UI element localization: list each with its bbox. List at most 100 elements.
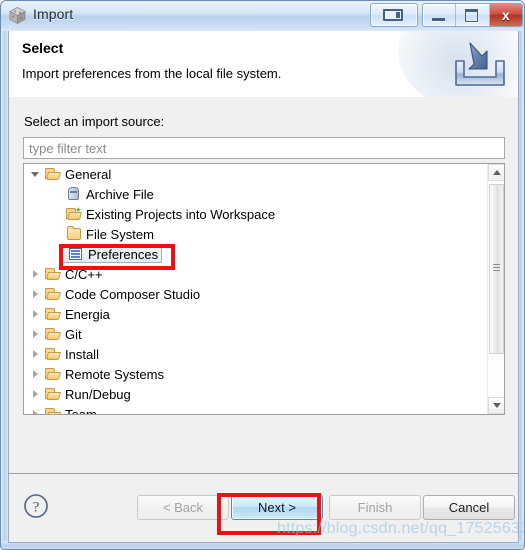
folder-open-icon: [45, 286, 61, 302]
caption-button-group: x: [422, 3, 523, 27]
tree-item-content: ✦ Existing Projects into Workspace: [62, 206, 275, 222]
tree-vertical-scrollbar[interactable]: [487, 164, 504, 414]
tree-item-energia[interactable]: Energia: [24, 304, 487, 324]
tree-item-general[interactable]: General: [24, 164, 487, 184]
tree-item-preferences[interactable]: Preferences: [24, 244, 487, 264]
folder-open-icon: [45, 266, 61, 282]
import-wizard-icon: [454, 39, 506, 89]
preferences-icon: [69, 248, 82, 260]
tree-item-content: Team: [41, 406, 97, 415]
tree-item-content: Archive File: [62, 186, 154, 202]
import-wizard-window: Import x Select Import preferences from …: [0, 0, 525, 550]
folder-open-icon: [45, 288, 61, 300]
cancel-button[interactable]: Cancel: [423, 495, 515, 520]
page-title: Select: [22, 40, 64, 56]
folder-open-icon: [45, 168, 61, 180]
folder-open-icon: [45, 368, 61, 380]
search-input[interactable]: [23, 137, 505, 159]
tree-item-team[interactable]: Team: [24, 404, 487, 415]
folder-open-icon: [45, 348, 61, 360]
svg-text:?: ?: [33, 500, 40, 516]
window-frame-left: [1, 31, 8, 549]
scrollbar-thumb[interactable]: [489, 184, 504, 354]
tree-item-selection: Preferences: [62, 245, 163, 263]
tree-item-label: Git: [65, 326, 82, 342]
tree-item-content: C/C++: [41, 266, 103, 282]
tree-item-install[interactable]: Install: [24, 344, 487, 364]
page-description: Import preferences from the local file s…: [22, 66, 282, 81]
archive-file-icon: [68, 187, 79, 200]
chevron-right-icon[interactable]: [30, 349, 41, 360]
scrollbar-grip-icon: [493, 264, 500, 273]
minimize-button[interactable]: [423, 4, 457, 26]
tree-item-label: Code Composer Studio: [65, 286, 201, 302]
help-icon[interactable]: ?: [23, 493, 49, 519]
chevron-right-icon[interactable]: [30, 269, 41, 280]
tree-item-label: Install: [65, 346, 99, 362]
folder-open-icon: [45, 308, 61, 320]
title-bar: Import x: [1, 1, 524, 32]
chevron-right-icon[interactable]: [30, 309, 41, 320]
tree-item-content: Energia: [41, 306, 110, 322]
chevron-right-icon[interactable]: [30, 389, 41, 400]
maximize-button[interactable]: [456, 4, 490, 26]
scroll-up-icon: [493, 170, 501, 175]
folder-open-icon: [45, 166, 61, 182]
tree-rows: General Archive File ✦ Existing Projects in…: [24, 164, 487, 414]
folder-open-icon: [45, 328, 61, 340]
preferences-icon: [68, 246, 84, 262]
folder-open-icon: [45, 388, 61, 400]
tree-item-label: C/C++: [65, 266, 103, 282]
tree-item-file-system[interactable]: File System: [24, 224, 487, 244]
next-button[interactable]: Next >: [231, 495, 323, 520]
dialog-client-area: Select Import preferences from the local…: [8, 31, 519, 543]
archive-file-icon: [66, 186, 82, 202]
tree-item-label: Existing Projects into Workspace: [86, 206, 276, 222]
close-button[interactable]: x: [489, 4, 522, 26]
projects-import-icon: ✦: [66, 206, 82, 220]
tree-item-content: General: [41, 166, 111, 182]
folder-closed-icon: [67, 226, 81, 240]
tree-item-label: Remote Systems: [65, 366, 164, 382]
folder-open-icon: [45, 408, 61, 414]
tree-item-c-c[interactable]: C/C++: [24, 264, 487, 284]
scroll-down-icon: [493, 403, 501, 408]
window-title: Import: [33, 6, 74, 22]
chevron-right-icon[interactable]: [30, 329, 41, 340]
tree-item-label: Team: [65, 406, 97, 415]
tree-item-content: Git: [41, 326, 82, 342]
wizard-body: Select an import source: General Archive …: [9, 97, 518, 475]
tree-item-archive-file[interactable]: Archive File: [24, 184, 487, 204]
minimize-icon: [432, 18, 445, 21]
chevron-right-icon[interactable]: [30, 409, 41, 414]
tree-item-content: Code Composer Studio: [41, 286, 200, 302]
wizard-header: Select Import preferences from the local…: [9, 31, 518, 98]
projects-import-icon: ✦: [66, 206, 82, 222]
tree-item-remote-systems[interactable]: Remote Systems: [24, 364, 487, 384]
folder-open-icon: [45, 268, 61, 280]
tree-item-label: Archive File: [86, 186, 154, 202]
maximize-icon: [465, 9, 479, 22]
cube-icon: [8, 6, 27, 25]
folder-open-icon: [45, 366, 61, 382]
tree-item-label: Energia: [65, 306, 110, 322]
chevron-down-icon[interactable]: [30, 169, 41, 180]
tree-item-code-composer-studio[interactable]: Code Composer Studio: [24, 284, 487, 304]
finish-button[interactable]: Finish: [329, 495, 421, 520]
restore-pane-button[interactable]: [370, 3, 418, 27]
tree-item-run-debug[interactable]: Run/Debug: [24, 384, 487, 404]
chevron-right-icon[interactable]: [30, 369, 41, 380]
import-source-tree[interactable]: General Archive File ✦ Existing Projects in…: [23, 163, 505, 415]
folder-open-icon: [45, 346, 61, 362]
folder-open-icon: [45, 386, 61, 402]
scroll-up-button[interactable]: [488, 164, 504, 181]
tree-item-git[interactable]: Git: [24, 324, 487, 344]
scroll-down-button[interactable]: [488, 397, 504, 414]
back-button[interactable]: < Back: [137, 495, 229, 520]
chevron-right-icon[interactable]: [30, 289, 41, 300]
tree-item-existing-projects-into-workspace[interactable]: ✦ Existing Projects into Workspace: [24, 204, 487, 224]
tree-item-label: File System: [86, 226, 154, 242]
